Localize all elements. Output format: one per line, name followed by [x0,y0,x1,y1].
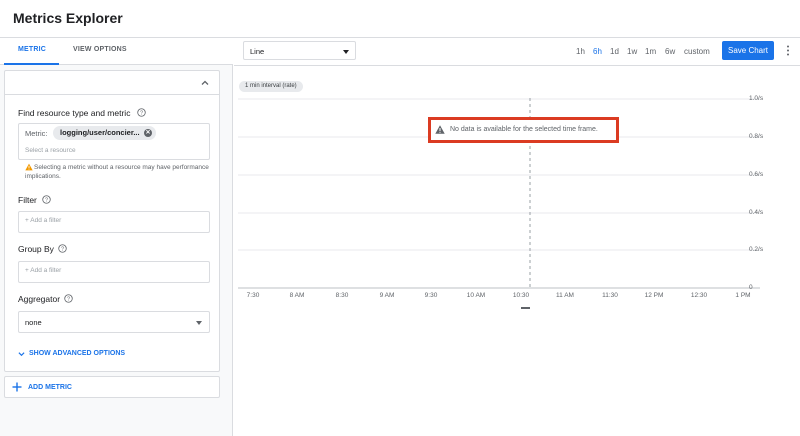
dropdown-arrow-icon [343,50,349,54]
help-icon[interactable]: ? [137,108,146,117]
close-icon[interactable]: ✕ [144,129,152,137]
resource-placeholder[interactable]: Select a resource [25,147,76,154]
time-range-6h[interactable]: 6h [593,47,602,56]
tab-metric[interactable]: METRIC [18,46,46,53]
save-chart-button[interactable]: Save Chart [722,41,774,60]
metric-card: Find resource type and metric ? Metric: … [4,70,220,372]
page-title: Metrics Explorer [13,10,123,26]
x-tick-label: 8 AM [289,292,305,299]
help-icon[interactable]: ? [64,294,73,303]
app-header: Metrics Explorer [0,0,800,38]
x-tick-label: 9 AM [379,292,395,299]
x-tick-label: 7:30 [246,292,260,299]
aggregator-value: none [25,318,42,327]
y-tick-label: 1.0/s [749,95,764,102]
filter-input[interactable] [25,217,195,224]
metric-chip[interactable]: logging/user/concier... ✕ [53,126,156,140]
x-tick-label: 11:30 [602,292,618,299]
resource-warning: Selecting a metric without a resource ma… [25,163,215,181]
more-options-icon[interactable] [785,45,791,56]
chevron-down-icon [18,352,25,357]
plus-icon [12,382,22,392]
chart-type-value: Line [250,47,265,56]
warning-icon [435,125,445,134]
y-tick-label: 0.6/s [749,171,764,178]
chart-panel: Line 1h 6h 1d 1w 1m 6w custom Save Chart… [234,38,800,436]
find-resource-label: Find resource type and metric [18,108,131,118]
help-icon[interactable]: ? [58,244,67,253]
x-tick-label: 12:30 [690,292,708,299]
x-tick-label: 8:30 [335,292,349,299]
y-tick-label: 0.2/s [749,246,764,253]
metric-chip-label: logging/user/concier... [60,128,140,137]
help-icon[interactable]: ? [42,195,51,204]
aggregator-select[interactable]: none [18,311,210,333]
warning-icon [25,163,33,171]
group-by-input[interactable] [25,267,195,274]
time-range-custom[interactable]: custom [684,47,710,56]
add-metric-label: ADD METRIC [28,384,72,391]
x-tick-label: 1 PM [735,292,751,299]
chart-drag-handle[interactable] [521,307,530,309]
svg-text:?: ? [67,296,70,302]
filter-label: Filter [18,195,37,205]
show-advanced-options-label: SHOW ADVANCED OPTIONS [29,350,126,357]
group-by-label: Group By [18,244,54,254]
chart-type-select[interactable]: Line [243,41,356,60]
time-range-1h[interactable]: 1h [576,47,585,56]
chart-toolbar: Line 1h 6h 1d 1w 1m 6w custom Save Chart [234,38,800,66]
y-tick-label: 0.8/s [749,133,764,140]
y-tick-label: 0.4/s [749,209,764,216]
active-tab-indicator [4,63,59,65]
tab-view-options[interactable]: VIEW OPTIONS [73,46,127,53]
x-tick-label: 11 AM [556,292,574,299]
add-metric-button[interactable]: ADD METRIC [4,376,220,398]
time-range-1d[interactable]: 1d [610,47,619,56]
metric-prefix-label: Metric: [25,129,48,138]
x-tick-label: 10 AM [466,292,486,299]
svg-text:?: ? [61,246,64,252]
warning-text: Selecting a metric without a resource ma… [25,164,209,180]
svg-text:?: ? [140,110,143,116]
chevron-up-icon[interactable] [200,78,210,88]
dropdown-arrow-icon [196,321,202,325]
x-tick-label: 12 PM [644,292,664,299]
aggregator-label: Aggregator [18,294,61,304]
x-tick-label: 10:30 [512,292,530,299]
metric-card-header [5,71,219,95]
svg-text:?: ? [45,197,48,203]
x-tick-label: 9:30 [424,292,438,299]
group-by-field[interactable] [18,261,210,283]
no-data-callout: No data is available for the selected ti… [428,117,619,143]
time-range-1w[interactable]: 1w [627,47,637,56]
y-tick-label: 0 [749,284,753,291]
metric-selector[interactable]: Metric: logging/user/concier... ✕ Select… [18,123,210,160]
filter-field[interactable] [18,211,210,233]
no-data-message: No data is available for the selected ti… [450,126,598,133]
time-range-1m[interactable]: 1m [645,47,656,56]
config-tabs: METRIC VIEW OPTIONS [0,38,233,65]
metric-config-panel: METRIC VIEW OPTIONS Find resource type a… [0,38,233,436]
time-range-6w[interactable]: 6w [665,47,675,56]
